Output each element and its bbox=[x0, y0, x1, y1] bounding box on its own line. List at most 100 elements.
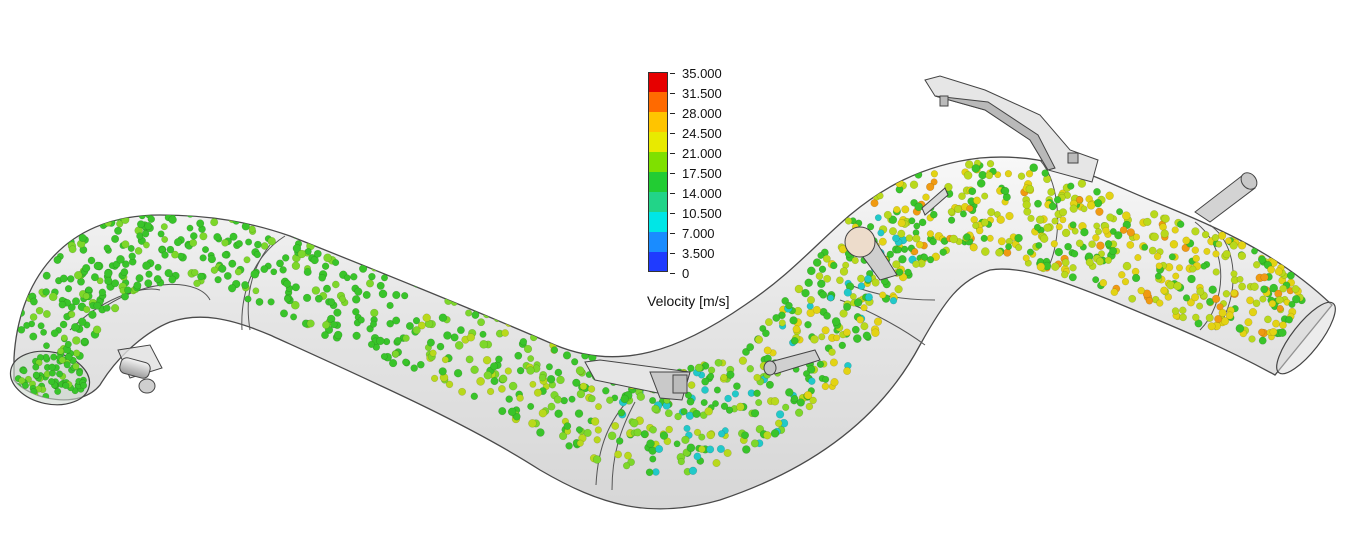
flow-particle bbox=[1159, 223, 1167, 231]
flow-particle bbox=[1222, 290, 1231, 298]
flow-particle bbox=[465, 309, 473, 317]
flow-particle bbox=[1259, 295, 1267, 303]
flow-particle bbox=[878, 237, 887, 246]
flow-particle bbox=[981, 192, 989, 200]
flow-particle bbox=[458, 387, 466, 396]
flow-particle bbox=[808, 377, 816, 385]
flow-particle bbox=[785, 388, 794, 397]
flow-particle bbox=[290, 313, 298, 321]
flow-particle bbox=[141, 230, 150, 238]
flow-particle bbox=[712, 459, 721, 468]
flow-particle bbox=[507, 407, 517, 416]
flow-particle bbox=[736, 402, 745, 412]
flow-particle bbox=[175, 199, 184, 207]
flow-particle bbox=[551, 346, 559, 354]
flow-particle bbox=[30, 297, 38, 306]
legend-tick-label: 7.000 bbox=[682, 225, 715, 241]
flow-particle bbox=[968, 187, 977, 196]
flow-particle bbox=[1036, 262, 1046, 271]
flow-particle bbox=[894, 246, 902, 254]
flow-particle bbox=[160, 223, 168, 231]
flow-particle bbox=[37, 322, 45, 330]
flow-particle bbox=[833, 334, 841, 342]
flow-particle bbox=[571, 358, 579, 366]
flow-particle bbox=[228, 284, 237, 293]
flow-particle bbox=[239, 210, 247, 219]
legend-tick: 7.000 bbox=[670, 225, 715, 241]
flow-particle bbox=[486, 308, 494, 316]
flow-particle bbox=[43, 342, 50, 350]
flow-particle bbox=[963, 233, 971, 241]
flow-particle bbox=[879, 291, 887, 299]
flow-particle bbox=[1196, 287, 1205, 296]
flow-particle bbox=[323, 284, 332, 293]
flow-particle bbox=[166, 245, 175, 254]
flow-particle bbox=[145, 206, 153, 214]
flow-particle bbox=[1122, 261, 1132, 271]
flow-particle bbox=[133, 281, 142, 290]
flow-particle bbox=[857, 274, 865, 283]
flow-particle bbox=[583, 428, 592, 437]
legend-tick-mark bbox=[670, 232, 675, 234]
flow-particle bbox=[947, 216, 956, 224]
flow-particle bbox=[228, 259, 237, 268]
sensor-probe-right bbox=[1194, 172, 1258, 223]
flow-particle bbox=[72, 336, 81, 345]
flow-particle bbox=[1211, 233, 1220, 242]
flow-particle bbox=[593, 436, 601, 444]
flow-particle bbox=[495, 355, 503, 363]
flow-particle bbox=[1192, 254, 1200, 263]
inlet-sensor-mount bbox=[117, 344, 163, 394]
flow-particle bbox=[1267, 265, 1276, 274]
flow-particle bbox=[207, 255, 217, 264]
flow-particle bbox=[1003, 248, 1012, 257]
legend-tick-label: 3.500 bbox=[682, 245, 715, 261]
flow-particle bbox=[1069, 204, 1078, 213]
flow-particle bbox=[82, 264, 91, 273]
flow-particle bbox=[1025, 184, 1035, 194]
flow-particle bbox=[1121, 278, 1130, 286]
flow-particle bbox=[762, 329, 770, 338]
flow-particle bbox=[1191, 227, 1200, 236]
flow-particle bbox=[116, 255, 125, 264]
flow-particle bbox=[260, 242, 269, 250]
flow-particle bbox=[516, 366, 525, 375]
flow-particle bbox=[687, 381, 696, 389]
flow-particle bbox=[1207, 322, 1216, 331]
flow-particle bbox=[860, 304, 868, 312]
flow-particle bbox=[930, 170, 939, 178]
flow-particle bbox=[1053, 196, 1062, 204]
flow-particle bbox=[267, 298, 275, 306]
flow-particle bbox=[483, 371, 492, 380]
flow-particle bbox=[357, 316, 365, 324]
flow-particle bbox=[71, 322, 80, 332]
flow-particle bbox=[1211, 294, 1221, 304]
flow-particle bbox=[438, 367, 447, 376]
flow-particle bbox=[726, 370, 735, 379]
flow-particle bbox=[479, 339, 489, 349]
flow-particle bbox=[1039, 234, 1049, 243]
flow-particle bbox=[986, 159, 995, 168]
legend-tick: 17.500 bbox=[670, 166, 722, 181]
flow-particle bbox=[1077, 179, 1087, 188]
flow-particle bbox=[1172, 272, 1180, 280]
flow-particle bbox=[221, 238, 229, 247]
flow-particle bbox=[48, 292, 58, 302]
flow-particle bbox=[291, 283, 300, 292]
flow-particle bbox=[1075, 239, 1084, 248]
flow-particle bbox=[733, 382, 741, 391]
flow-particle bbox=[138, 206, 146, 214]
legend-tick: 24.500 bbox=[670, 126, 722, 141]
flow-particle bbox=[996, 215, 1005, 224]
flow-particle bbox=[321, 262, 330, 270]
legend-tick: 10.500 bbox=[670, 206, 722, 221]
flow-particle bbox=[71, 297, 80, 306]
flow-particle bbox=[1005, 211, 1014, 221]
flow-particle bbox=[1258, 336, 1267, 345]
flow-particle bbox=[877, 229, 885, 237]
flow-particle bbox=[111, 234, 120, 243]
flow-particle bbox=[416, 360, 425, 369]
flow-particle bbox=[731, 390, 740, 398]
flow-particle bbox=[546, 375, 556, 384]
flow-particle bbox=[405, 322, 414, 331]
